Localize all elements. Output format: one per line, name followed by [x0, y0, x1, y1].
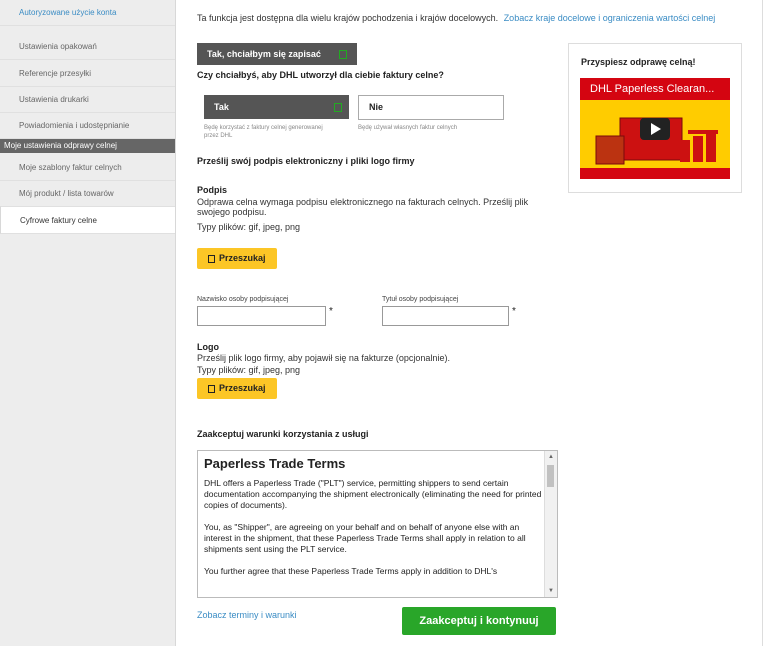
sidebar-item-product-list[interactable]: Mój produkt / lista towarów — [0, 181, 175, 207]
no-option-button[interactable]: Nie — [358, 95, 504, 120]
countries-link[interactable]: Zobacz kraje docelowe i ograniczenia war… — [504, 13, 716, 23]
sidebar-section-header: Moje ustawienia odprawy celnej — [0, 139, 175, 153]
signup-button[interactable]: Tak, chciałbym się zapisać — [197, 43, 357, 65]
yes-option-button[interactable]: Tak — [204, 95, 349, 119]
checkbox-icon — [334, 103, 342, 112]
terms-heading: Zaakceptuj warunki korzystania z usługi — [197, 429, 369, 439]
scroll-down-icon[interactable]: ▼ — [548, 588, 554, 594]
sidebar-item-digital-invoices[interactable]: Cyfrowe faktury celne — [0, 206, 175, 234]
video-thumbnail[interactable]: DHL Paperless Clearan... — [580, 78, 730, 179]
right-border — [762, 0, 763, 646]
signature-title: Podpis — [197, 185, 228, 195]
signer-name-input[interactable] — [197, 306, 326, 326]
signer-title-required: * — [512, 306, 516, 317]
yes-option-desc: Będę korzystać z faktury celnej generowa… — [204, 125, 323, 139]
logo-title: Logo — [197, 342, 219, 352]
sidebar-item-packaging[interactable]: Ustawienia opakowań — [0, 34, 175, 60]
sidebar-item-references[interactable]: Referencje przesyłki — [0, 61, 175, 87]
video-title: DHL Paperless Clearan... — [590, 83, 715, 95]
upload-icon — [208, 385, 215, 393]
upload-heading: Prześlij swój podpis elektroniczny i pli… — [197, 156, 415, 166]
signer-name-required: * — [329, 306, 333, 317]
signature-file-types: Typy plików: gif, jpeg, png — [197, 222, 301, 232]
signature-desc: Odprawa celna wymaga podpisu elektronicz… — [197, 197, 529, 217]
video-heading: Przyspiesz odprawę celną! — [581, 57, 696, 67]
sidebar: Autoryzowane użycie konta Ustawienia opa… — [0, 0, 176, 646]
upload-icon — [208, 255, 215, 263]
sidebar-item-invoice-templates[interactable]: Moje szablony faktur celnych — [0, 155, 175, 181]
invoice-question: Czy chciałbyś, aby DHL utworzył dla cieb… — [197, 70, 444, 80]
logo-file-types: Typy plików: gif, jpeg, png — [197, 365, 301, 375]
terms-box[interactable]: Paperless Trade Terms DHL offers a Paper… — [197, 450, 558, 598]
signer-title-input[interactable] — [382, 306, 509, 326]
sidebar-item-notifications[interactable]: Powiadomienia i udostępnianie — [0, 113, 175, 139]
checkbox-icon — [339, 50, 347, 59]
view-terms-link[interactable]: Zobacz terminy i warunki — [197, 610, 297, 620]
logo-desc: Prześlij plik logo firmy, aby pojawił si… — [197, 353, 450, 363]
signup-button-label: Tak, chciałbym się zapisać — [207, 49, 321, 59]
no-option-label: Nie — [369, 102, 384, 112]
logo-browse-label: Przeszukaj — [219, 383, 266, 393]
logo-browse-button[interactable]: Przeszukaj — [197, 378, 277, 399]
signer-name-label: Nazwisko osoby podpisującej — [197, 296, 289, 303]
signature-browse-label: Przeszukaj — [219, 253, 266, 263]
signature-browse-button[interactable]: Przeszukaj — [197, 248, 277, 269]
signer-title-label: Tytuł osoby podpisującej — [382, 296, 459, 303]
terms-title: Paperless Trade Terms — [204, 456, 346, 471]
scroll-up-icon[interactable]: ▲ — [548, 454, 554, 460]
scrollbar-thumb[interactable] — [547, 465, 554, 487]
sidebar-item-authorized-use[interactable]: Autoryzowane użycie konta — [0, 0, 175, 26]
terms-para-3: You further agree that these Paperless T… — [204, 566, 498, 576]
sidebar-item-printer[interactable]: Ustawienia drukarki — [0, 87, 175, 113]
video-panel: Przyspiesz odprawę celną! DHL Paperless … — [568, 43, 742, 193]
availability-text: Ta funkcja jest dostępna dla wielu krajó… — [197, 13, 499, 23]
accept-continue-button[interactable]: Zaakceptuj i kontynuuj — [402, 607, 556, 635]
terms-para-1: DHL offers a Paperless Trade ("PLT") ser… — [204, 478, 542, 510]
play-icon — [651, 123, 661, 135]
yes-option-label: Tak — [214, 102, 229, 112]
terms-scrollbar[interactable]: ▲ ▼ — [544, 451, 557, 597]
availability-info: Ta funkcja jest dostępna dla wielu krajó… — [197, 13, 715, 23]
no-option-desc: Będę używał własnych faktur celnych — [358, 125, 458, 131]
terms-content: Paperless Trade Terms DHL offers a Paper… — [204, 456, 544, 577]
terms-para-2: You, as "Shipper", are agreeing on your … — [204, 522, 526, 554]
play-button[interactable] — [640, 118, 670, 140]
